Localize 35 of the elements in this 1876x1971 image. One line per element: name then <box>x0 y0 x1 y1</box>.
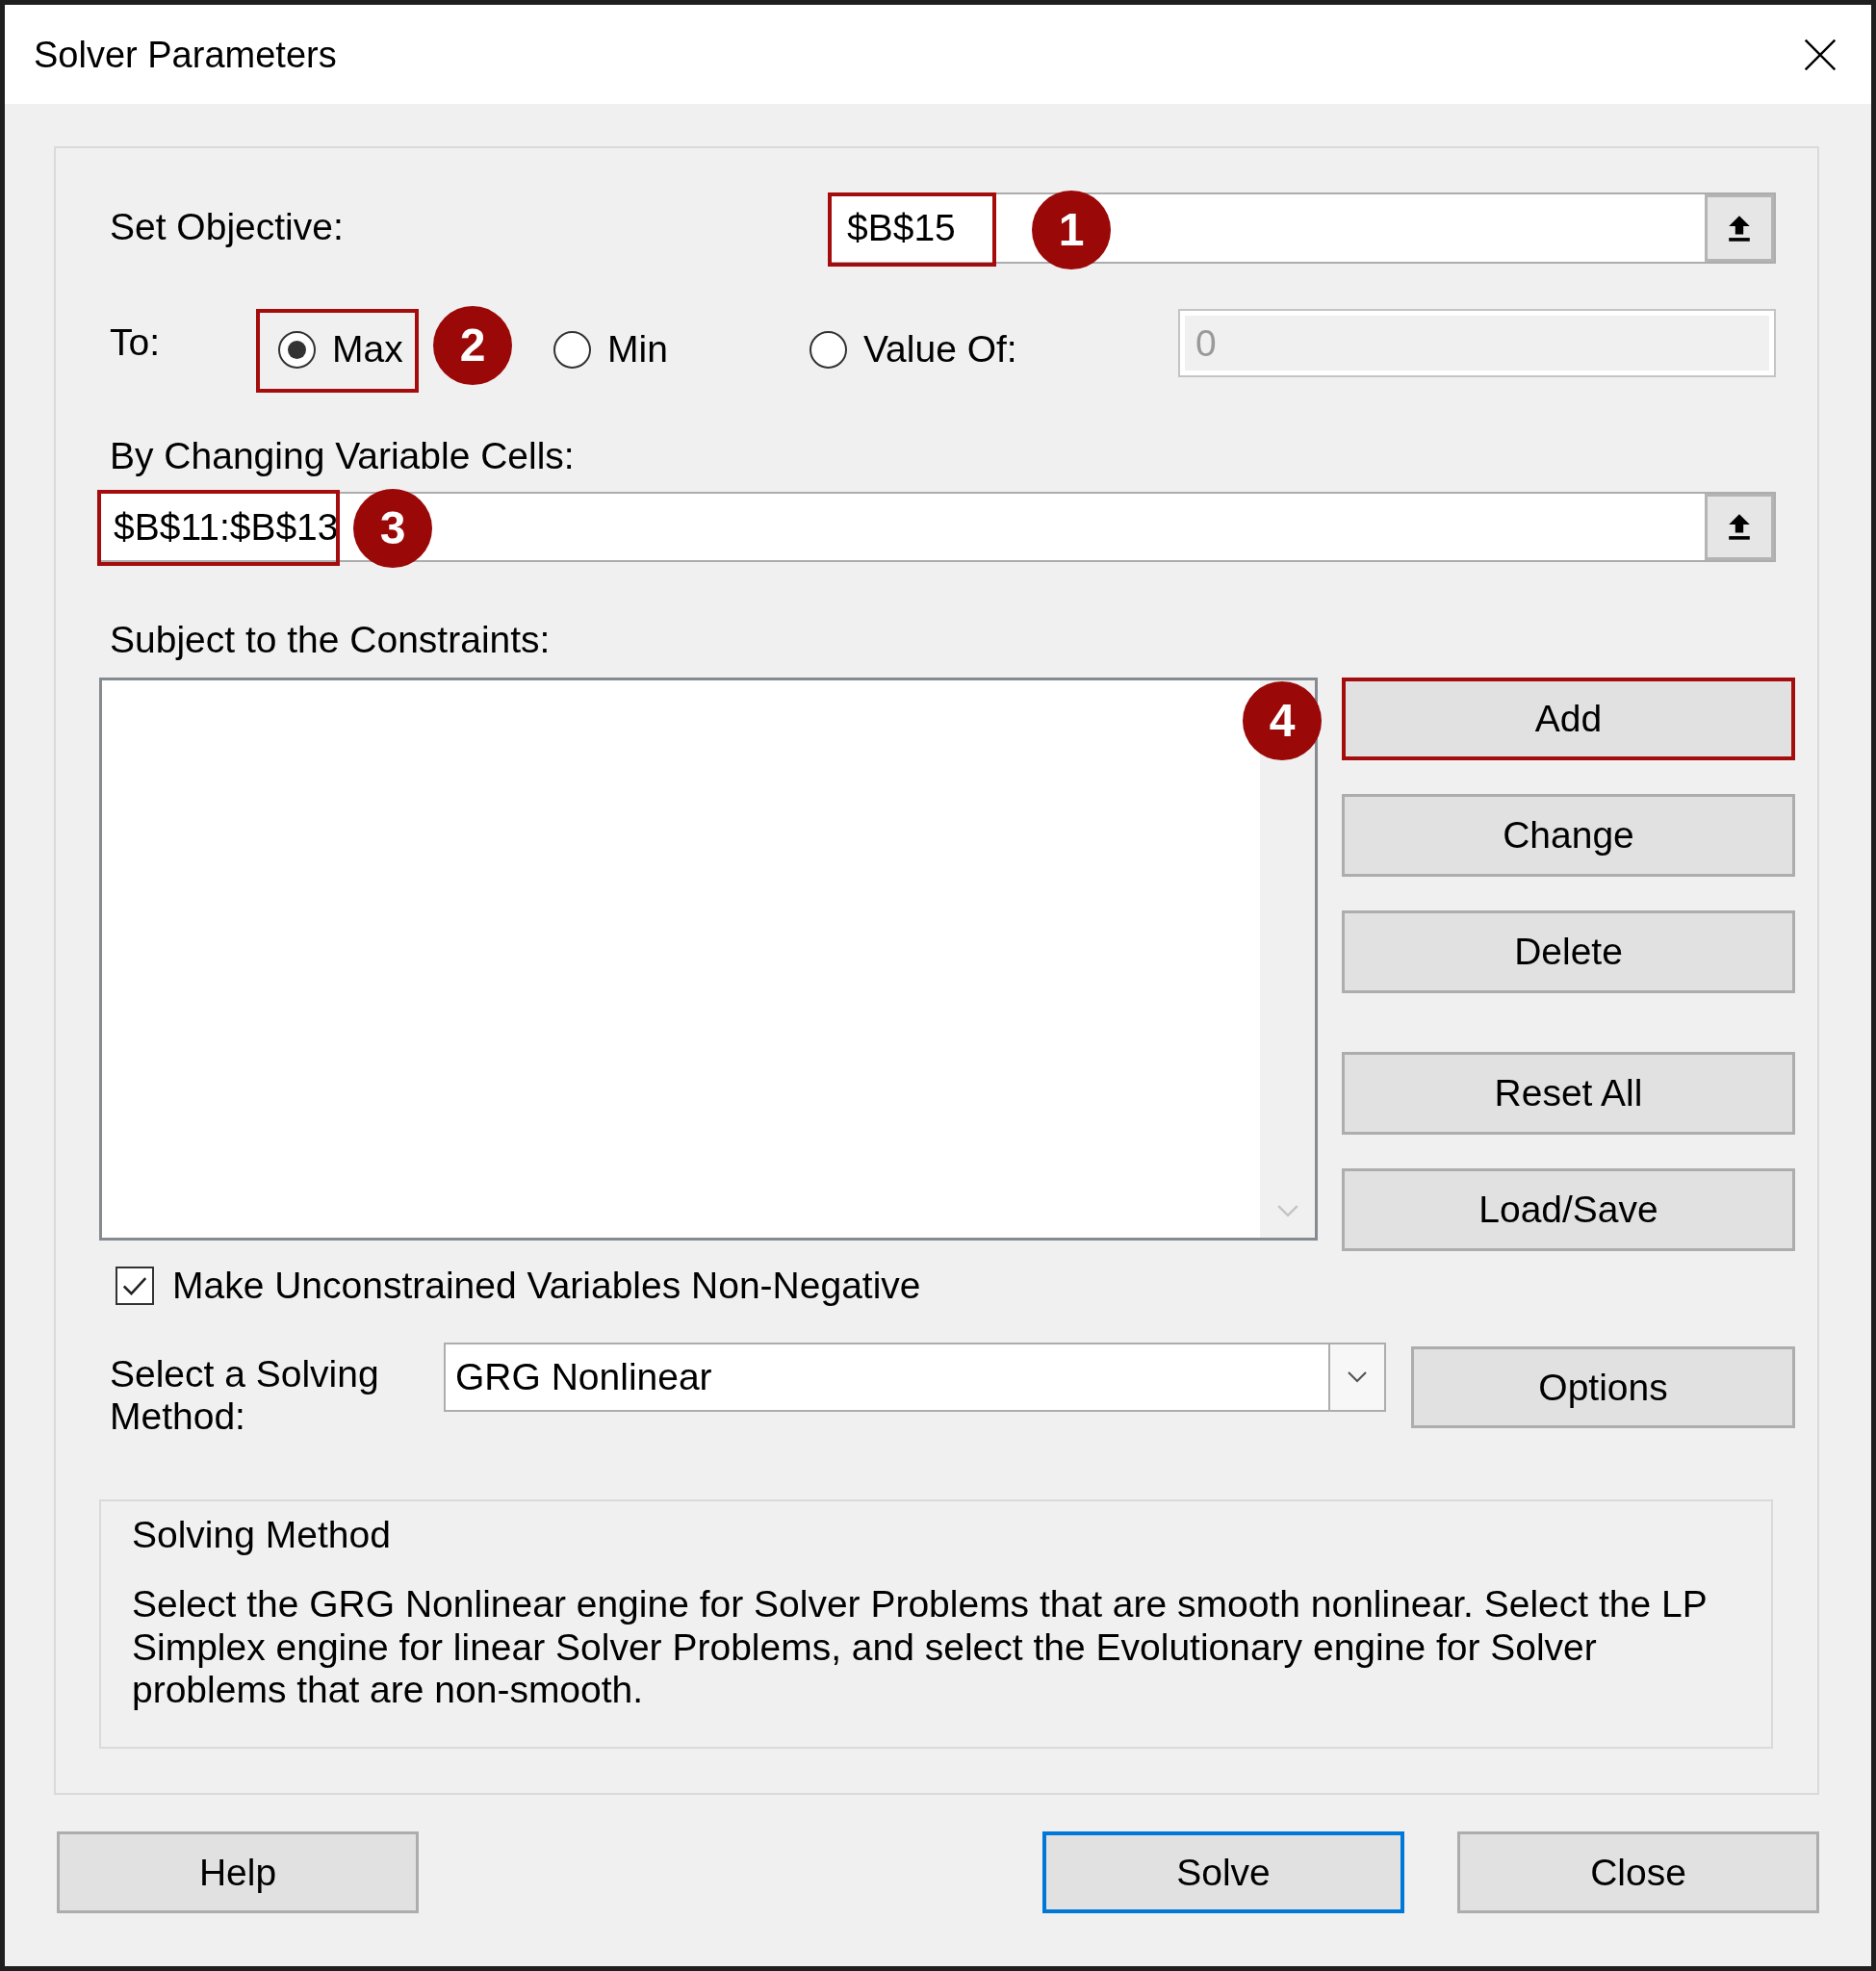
checkbox[interactable] <box>116 1267 154 1305</box>
radio-label[interactable]: Min <box>607 328 668 371</box>
objective-label: Set Objective: <box>110 206 344 248</box>
to-label: To: <box>110 321 161 364</box>
close-button[interactable]: Close <box>1457 1831 1819 1913</box>
radio-button[interactable] <box>278 330 316 369</box>
up-arrow-icon <box>1728 214 1751 243</box>
range-picker-button[interactable] <box>1705 194 1774 262</box>
options-button[interactable]: Options <box>1411 1346 1795 1428</box>
method-dropdown[interactable]: GRG Nonlinear <box>444 1343 1386 1412</box>
method-label: Select a Solving Method: <box>110 1353 380 1438</box>
radio-label[interactable]: Value Of: <box>863 328 1017 371</box>
chevron-down-icon <box>1348 1371 1367 1383</box>
load-save-button[interactable]: Load/Save <box>1342 1168 1795 1251</box>
reset-all-button[interactable]: Reset All <box>1342 1052 1795 1135</box>
help-button[interactable]: Help <box>57 1831 419 1913</box>
constraints-label: Subject to the Constraints: <box>110 619 551 661</box>
chevron-down-icon <box>1276 1205 1298 1217</box>
info-text: Select the GRG Nonlinear engine for Solver Problems that are smooth nonlinear. Select the LP Simplex engine for linear Solver Problems, and select the Evolutionary engine for Solver problems that are non-smooth. <box>132 1583 1709 1712</box>
up-arrow-icon <box>1728 513 1751 541</box>
callout-badge: 2 <box>433 306 512 385</box>
info-title: Solving Method <box>132 1514 392 1556</box>
window-title: Solver Parameters <box>34 33 337 76</box>
range-picker-button[interactable] <box>1705 494 1774 560</box>
close-icon[interactable] <box>1804 38 1837 71</box>
checkmark-icon <box>121 1274 148 1297</box>
radio-label[interactable]: Max <box>332 328 403 371</box>
radio-button[interactable] <box>553 330 591 369</box>
solve-button[interactable]: Solve <box>1042 1831 1404 1913</box>
radio-button[interactable] <box>810 330 847 369</box>
delete-button[interactable]: Delete <box>1342 910 1795 993</box>
checkbox-label[interactable]: Make Unconstrained Variables Non-Negative <box>172 1265 921 1307</box>
constraints-list[interactable] <box>99 678 1318 1241</box>
change-button[interactable]: Change <box>1342 794 1795 877</box>
variable-cells-label: By Changing Variable Cells: <box>110 435 575 477</box>
